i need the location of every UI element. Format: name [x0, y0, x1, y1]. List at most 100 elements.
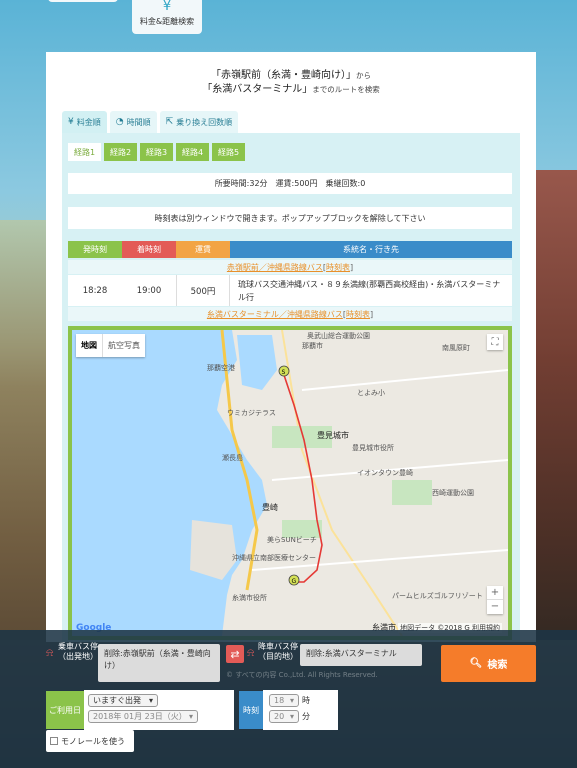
date-select[interactable]: 2018年 01月 23日（火） ▾ [88, 710, 198, 723]
fullscreen-icon[interactable]: ⛶ [487, 334, 503, 350]
tab-label: 時間順 [126, 117, 151, 127]
chevron-down-icon: ▾ [188, 712, 193, 721]
bus-stop-icon: ⍾ [247, 646, 255, 659]
route-2-button[interactable]: 経路2 [104, 143, 137, 161]
header-arrival: 着時刻 [122, 241, 176, 258]
arrival-time: 19:00 [136, 285, 162, 296]
date-value: 2018年 01月 23日（火） [93, 712, 187, 721]
route-4-button[interactable]: 経路4 [176, 143, 209, 161]
table-row: 18:28 19:00 500円 琉球バス交通沖縄バス・８９糸満線(那覇西高校経… [68, 275, 512, 306]
tab-time-order[interactable]: ◔ 時間順 [109, 111, 157, 133]
route-to-suffix: までのルートを検索 [312, 85, 380, 94]
route-5-button[interactable]: 経路5 [212, 143, 245, 161]
popup-notice: 時刻表は別ウィンドウで開きます。ポップアップブロックを解除して下さい [68, 207, 512, 229]
clock-icon: ◔ [115, 117, 124, 127]
map-label: 西崎運動公園 [432, 488, 474, 497]
zoom-control: + − [487, 586, 503, 614]
line-name: 琉球バス交通沖縄バス・８９糸満線(那覇西高校経由)・糸満バスターミナル行 [238, 279, 501, 302]
departure-timetable-link[interactable]: 時刻表 [326, 262, 350, 273]
map-label: イオンタウン豊崎 [357, 468, 413, 477]
header-line: 系統名・行き先 [230, 241, 512, 258]
bus-stop-icon: ⍾ [46, 646, 54, 659]
map-label: とよみ小 [357, 388, 385, 397]
boarding-stop-field[interactable]: 削除:赤嶺駅前（糸満・豊崎向け） [98, 644, 220, 682]
result-panel: 「赤嶺駅前（糸満・豊崎向け）」から 「糸満バスターミナル」までのルートを検索 ¥… [46, 52, 536, 642]
route-3-button[interactable]: 経路3 [140, 143, 173, 161]
tab-label: 乗り換え回数順 [176, 117, 233, 127]
route-to: 「糸満バスターミナル」 [202, 84, 313, 95]
map-label: 奥武山総合運動公園 [307, 331, 370, 340]
fare-distance-tab[interactable]: ¥ 料金&距離検索 [132, 0, 202, 34]
search-icon: 🔍︎ [469, 658, 483, 669]
search-button[interactable]: 🔍︎ 検索 [441, 645, 536, 682]
hour-select[interactable]: 18 ▾ [269, 694, 299, 707]
map-type-control: 地図 航空写真 [76, 334, 145, 357]
map-label: 南風原町 [442, 343, 470, 352]
header-departure: 発時刻 [68, 241, 122, 258]
map-label: 豊見城市役所 [352, 443, 394, 452]
chevron-down-icon: ▾ [289, 696, 294, 705]
map-label: ウミカジテラス [227, 409, 276, 417]
yen-icon: ¥ [162, 0, 172, 14]
hour-unit: 時 [302, 696, 310, 705]
map-label: 美らSUNビーチ [267, 535, 317, 544]
route-heading: 「赤嶺駅前（糸満・豊崎向け）」から 「糸満バスターミナル」までのルートを検索 [46, 52, 536, 97]
route-summary: 所要時間:32分 運賃:500円 乗継回数:0 [68, 173, 512, 194]
fare-distance-tab-label: 料金&距離検索 [139, 17, 195, 26]
monorail-checkbox[interactable] [50, 737, 58, 745]
footer-watermark: © すべての内容 Co.,Ltd. All Rights Reserved. [226, 671, 378, 679]
arrival-timetable-link[interactable]: 時刻表 [346, 309, 370, 320]
minute-select[interactable]: 20 ▾ [269, 710, 299, 723]
result-box: 経路1 経路2 経路3 経路4 経路5 所要時間:32分 運賃:500円 乗継回… [62, 133, 520, 642]
route-map[interactable]: S G 奥武山総合運動公園 那覇空港 那覇市 瀬長島 豊見城市 豊崎 糸満市 イ… [68, 326, 512, 640]
svg-text:G: G [292, 578, 297, 585]
route-1-button[interactable]: 経路1 [68, 143, 101, 161]
route-selector: 経路1 経路2 経路3 経路4 経路5 [68, 143, 245, 161]
route-from: 「赤嶺駅前（糸満・豊崎向け）」 [211, 70, 356, 81]
departure-time: 18:28 [82, 285, 108, 296]
swap-icon[interactable]: ⇄ [226, 645, 244, 663]
arrival-stop: 糸満バスターミナル／沖縄県路線バス [時刻表] [68, 307, 512, 321]
map-label: パームヒルズゴルフリゾート [392, 591, 483, 600]
yen-icon: ¥ [68, 117, 74, 127]
zoom-in-button[interactable]: + [487, 586, 503, 600]
monorail-label: モノレールを使う [61, 736, 125, 746]
map-label: 豊見城市 [317, 430, 349, 440]
departure-stop-link[interactable]: 赤嶺駅前／沖縄県路線バス [227, 262, 323, 273]
alighting-stop-label: 降車バス停（目的地） [258, 642, 298, 661]
map-park [392, 480, 432, 505]
tab-transfer-order[interactable]: ⇱ 乗り換え回数順 [159, 111, 239, 133]
map-label: 豊崎 [262, 502, 278, 512]
map-label: 沖縄県立南部医療センター [232, 553, 316, 562]
background-left [0, 220, 48, 640]
route-from-suffix: から [356, 71, 371, 80]
departure-mode-value: いますぐ出発 [93, 696, 141, 705]
fare-value: 500円 [176, 275, 230, 306]
header-fare: 運賃 [176, 241, 230, 258]
boarding-stop-label: 乗車バス停（出発地） [58, 642, 98, 661]
sort-tabs: ¥ 料金順 ◔ 時間順 ⇱ 乗り換え回数順 [62, 111, 239, 133]
map-canvas: S G 奥武山総合運動公園 那覇空港 那覇市 瀬長島 豊見城市 豊崎 糸満市 イ… [72, 330, 508, 636]
tab-label: 料金順 [76, 117, 101, 127]
background-right [535, 170, 577, 640]
date-label: ご利用日 [46, 691, 84, 729]
map-label: 那覇空港 [207, 363, 235, 372]
chevron-down-icon: ▾ [289, 712, 294, 721]
departure-stop: 赤嶺駅前／沖縄県路線バス [時刻表] [68, 260, 512, 274]
arrival-stop-link[interactable]: 糸満バスターミナル／沖縄県路線バス [207, 309, 343, 320]
map-type-map-button[interactable]: 地図 [76, 334, 102, 357]
map-label: 糸満市役所 [232, 593, 267, 602]
top-tab-blank[interactable] [48, 0, 118, 2]
tab-fare-order[interactable]: ¥ 料金順 [62, 111, 107, 133]
alighting-stop-field[interactable]: 削除:糸満バスターミナル [300, 644, 422, 666]
map-label: 瀬長島 [222, 453, 243, 462]
map-type-satellite-button[interactable]: 航空写真 [102, 334, 145, 357]
departure-mode-select[interactable]: いますぐ出発 ▾ [88, 694, 158, 707]
monorail-option[interactable]: モノレールを使う [46, 730, 134, 752]
time-box: 18 ▾ 時 20 ▾ 分 [263, 690, 338, 730]
time-label: 時刻 [239, 691, 263, 729]
table-header: 発時刻 着時刻 運賃 系統名・行き先 [68, 241, 512, 258]
zoom-out-button[interactable]: − [487, 600, 503, 614]
minute-value: 20 [274, 712, 285, 721]
minute-unit: 分 [302, 712, 310, 721]
